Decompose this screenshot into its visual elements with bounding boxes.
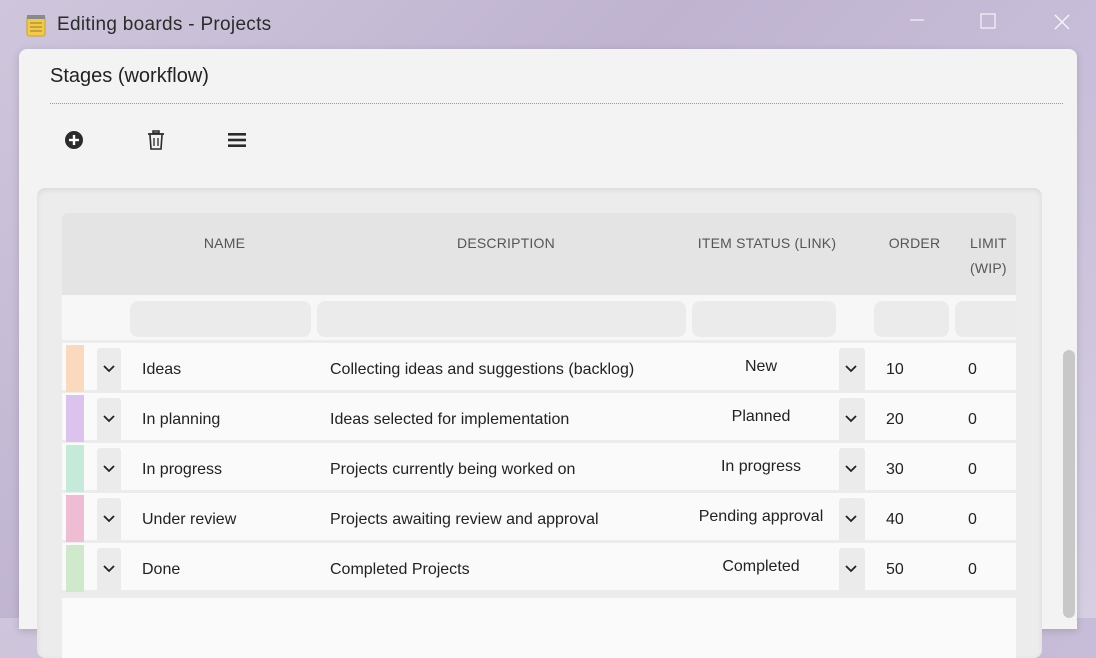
stage-color-swatch[interactable]: [66, 345, 84, 392]
order-filter-input[interactable]: [874, 301, 949, 337]
chevron-down-icon: [845, 465, 857, 473]
status-dropdown-button[interactable]: [839, 498, 865, 542]
vertical-scrollbar[interactable]: [1063, 350, 1075, 618]
notepad-icon: [26, 13, 46, 37]
stage-limit[interactable]: 0: [968, 461, 977, 479]
minimize-icon[interactable]: [906, 12, 928, 34]
stage-order[interactable]: 40: [886, 511, 904, 529]
delete-stage-button[interactable]: [145, 129, 167, 151]
chevron-down-icon: [103, 565, 115, 573]
stage-status[interactable]: Planned: [691, 408, 831, 426]
stage-color-swatch[interactable]: [66, 545, 84, 592]
column-header-description[interactable]: DESCRIPTION: [416, 231, 596, 256]
section-title: Stages (workflow): [50, 65, 209, 87]
status-filter-input[interactable]: [692, 301, 836, 337]
stage-name[interactable]: In planning: [142, 411, 220, 429]
section-divider: [50, 103, 1063, 104]
stages-grid: NAME DESCRIPTION ITEM STATUS (LINK) ORDE…: [62, 213, 1016, 658]
column-header-limit-wip[interactable]: LIMIT (WIP): [970, 231, 1016, 281]
stage-limit[interactable]: 0: [968, 561, 977, 579]
chevron-down-icon: [103, 515, 115, 523]
expand-row-button[interactable]: [97, 348, 121, 392]
status-dropdown-button[interactable]: [839, 348, 865, 392]
menu-button[interactable]: [226, 129, 248, 151]
board-editor-dialog: Stages (workflow) NAME DESCRIPTION ITEM …: [19, 49, 1077, 658]
expand-row-button[interactable]: [97, 398, 121, 442]
filter-row: [62, 295, 1016, 340]
table-row[interactable]: Under review Projects awaiting review an…: [62, 493, 1016, 542]
stage-name[interactable]: Under review: [142, 511, 236, 529]
stage-status[interactable]: New: [691, 358, 831, 376]
stage-description[interactable]: Ideas selected for implementation: [330, 411, 569, 429]
stage-order[interactable]: 50: [886, 561, 904, 579]
column-header-item-status[interactable]: ITEM STATUS (LINK): [692, 231, 842, 256]
stage-status[interactable]: Pending approval: [691, 508, 831, 526]
table-row[interactable]: In progress Projects currently being wor…: [62, 443, 1016, 492]
maximize-icon[interactable]: [977, 12, 999, 34]
stage-name[interactable]: Done: [142, 561, 180, 579]
column-header-order[interactable]: ORDER: [877, 231, 952, 256]
add-stage-button[interactable]: [63, 129, 85, 151]
menu-icon: [228, 133, 246, 147]
stage-description[interactable]: Collecting ideas and suggestions (backlo…: [330, 361, 634, 379]
chevron-down-icon: [103, 465, 115, 473]
close-icon[interactable]: [1051, 12, 1073, 34]
stage-name[interactable]: Ideas: [142, 361, 181, 379]
name-filter-input[interactable]: [130, 301, 311, 337]
add-circle-icon: [65, 131, 83, 149]
stage-status[interactable]: Completed: [691, 558, 831, 576]
status-dropdown-button[interactable]: [839, 448, 865, 492]
stage-description[interactable]: Projects awaiting review and approval: [330, 511, 599, 529]
expand-row-button[interactable]: [97, 448, 121, 492]
chevron-down-icon: [845, 515, 857, 523]
chevron-down-icon: [845, 565, 857, 573]
stage-limit[interactable]: 0: [968, 411, 977, 429]
stage-color-swatch[interactable]: [66, 395, 84, 442]
chevron-down-icon: [845, 415, 857, 423]
stage-order[interactable]: 20: [886, 411, 904, 429]
table-row-partial: [62, 598, 1016, 658]
stages-panel: NAME DESCRIPTION ITEM STATUS (LINK) ORDE…: [37, 188, 1042, 658]
expand-row-button[interactable]: [97, 548, 121, 592]
status-dropdown-button[interactable]: [839, 548, 865, 592]
status-dropdown-button[interactable]: [839, 398, 865, 442]
description-filter-input[interactable]: [317, 301, 686, 337]
stage-status[interactable]: In progress: [691, 458, 831, 476]
trash-icon: [148, 130, 164, 150]
grid-header: NAME DESCRIPTION ITEM STATUS (LINK) ORDE…: [62, 213, 1016, 295]
expand-row-button[interactable]: [97, 498, 121, 542]
window-title: Editing boards - Projects: [57, 14, 272, 35]
table-row[interactable]: Ideas Collecting ideas and suggestions (…: [62, 343, 1016, 392]
limit-filter-input[interactable]: [955, 301, 1016, 337]
table-row[interactable]: In planning Ideas selected for implement…: [62, 393, 1016, 442]
chevron-down-icon: [103, 415, 115, 423]
stage-color-swatch[interactable]: [66, 445, 84, 492]
chevron-down-icon: [103, 365, 115, 373]
chevron-down-icon: [845, 365, 857, 373]
stage-order[interactable]: 10: [886, 361, 904, 379]
stage-limit[interactable]: 0: [968, 511, 977, 529]
stage-color-swatch[interactable]: [66, 495, 84, 542]
stage-order[interactable]: 30: [886, 461, 904, 479]
stage-description[interactable]: Completed Projects: [330, 561, 470, 579]
title-bar: Editing boards - Projects: [0, 0, 1096, 48]
table-row[interactable]: Done Completed Projects Completed 50 0: [62, 543, 1016, 592]
column-header-name[interactable]: NAME: [162, 231, 287, 256]
stage-description[interactable]: Projects currently being worked on: [330, 461, 575, 479]
stage-name[interactable]: In progress: [142, 461, 222, 479]
stage-limit[interactable]: 0: [968, 361, 977, 379]
